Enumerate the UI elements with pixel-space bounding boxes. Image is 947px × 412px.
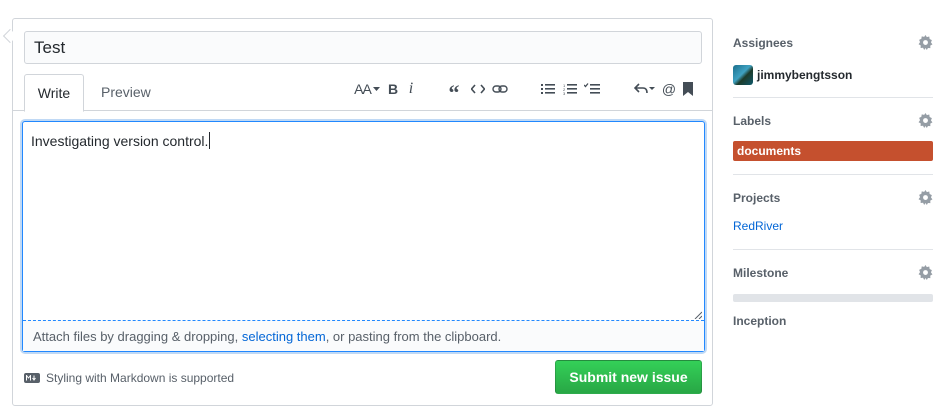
milestone-progress-bar — [733, 294, 933, 302]
bookmark-icon[interactable] — [682, 78, 694, 100]
sidebar-divider — [733, 174, 933, 175]
numbered-list-icon[interactable]: 123 — [563, 78, 577, 100]
projects-section: Projects RedRiver — [733, 190, 933, 233]
markdown-icon — [24, 373, 40, 383]
dropzone-text-before: Attach files by dragging & dropping, — [33, 329, 242, 344]
bullet-list-icon[interactable] — [541, 78, 555, 100]
assignees-heading[interactable]: Assignees — [733, 35, 933, 51]
toolbar-list-group: 123 — [541, 78, 600, 100]
tab-preview[interactable]: Preview — [89, 74, 163, 111]
toolbar-extra-group: @ — [634, 78, 694, 100]
task-list-icon[interactable] — [584, 78, 600, 100]
labels-section: Labels documents — [733, 113, 933, 161]
sidebar-divider — [733, 97, 933, 98]
avatar — [733, 65, 753, 85]
select-files-link[interactable]: selecting them — [242, 329, 326, 344]
header-icon[interactable]: AA — [352, 78, 382, 100]
milestone-name[interactable]: Inception — [733, 314, 933, 328]
project-link[interactable]: RedRiver — [733, 219, 933, 233]
comment-body-text[interactable]: Investigating version control. — [31, 132, 211, 149]
markdown-note: Styling with Markdown is supported — [24, 371, 234, 385]
assignee-entry[interactable]: jimmybengtsson — [733, 65, 933, 85]
assignee-username[interactable]: jimmybengtsson — [757, 68, 852, 82]
assignees-section: Assignees jimmybengtsson — [733, 35, 933, 85]
issue-title-input[interactable] — [24, 31, 702, 64]
bold-icon[interactable]: B — [386, 78, 400, 100]
milestone-heading[interactable]: Milestone — [733, 265, 933, 281]
toolbar-insert-group: “ — [446, 78, 508, 104]
milestone-section: Milestone Inception — [733, 265, 933, 328]
quote-icon[interactable]: “ — [446, 78, 462, 104]
mention-icon[interactable]: @ — [661, 78, 677, 100]
code-icon[interactable] — [470, 78, 486, 100]
label-documents[interactable]: documents — [733, 141, 933, 161]
text-caret — [209, 132, 211, 149]
sidebar-divider — [733, 249, 933, 250]
projects-heading[interactable]: Projects — [733, 190, 933, 206]
labels-heading[interactable]: Labels — [733, 113, 933, 129]
projects-gear-icon[interactable] — [918, 190, 933, 205]
assignees-gear-icon[interactable] — [918, 35, 933, 50]
tab-write[interactable]: Write — [24, 74, 84, 112]
dropzone-text-after: , or pasting from the clipboard. — [325, 329, 502, 344]
submit-new-issue-button[interactable]: Submit new issue — [555, 360, 702, 394]
toolbar-format-group: AA B i — [352, 78, 418, 100]
labels-gear-icon[interactable] — [918, 113, 933, 128]
svg-text:3: 3 — [563, 91, 566, 95]
file-dropzone[interactable]: Attach files by dragging & dropping, sel… — [23, 320, 704, 351]
italic-icon[interactable]: i — [404, 78, 418, 100]
markdown-note-text: Styling with Markdown is supported — [46, 371, 235, 385]
link-icon[interactable] — [492, 78, 508, 100]
comment-body-editor[interactable]: Investigating version control. Attach fi… — [22, 121, 705, 352]
resize-grip-icon[interactable] — [693, 310, 702, 319]
milestone-gear-icon[interactable] — [918, 265, 933, 280]
reply-icon[interactable] — [634, 78, 656, 100]
